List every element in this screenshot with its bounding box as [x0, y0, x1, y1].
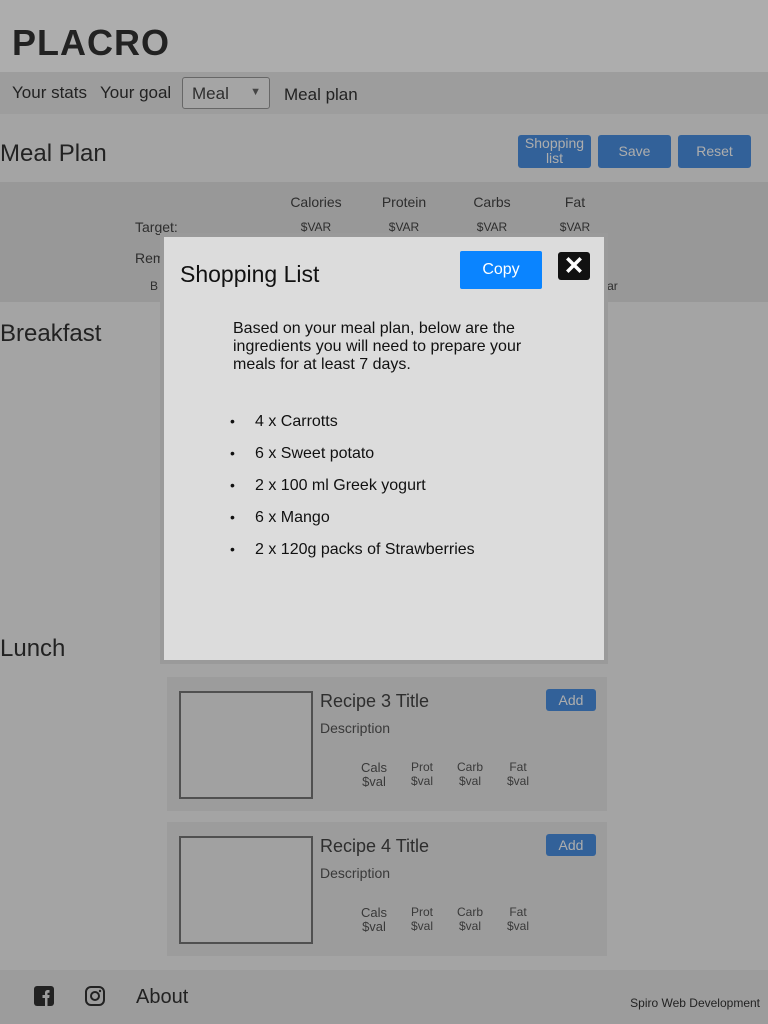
shopping-list-modal: Shopping List Copy Based on your meal pl… [160, 233, 608, 664]
close-button[interactable] [558, 252, 590, 280]
list-item: 2 x 100 ml Greek yogurt [230, 477, 475, 509]
list-item: 4 x Carrotts [230, 413, 475, 445]
modal-title: Shopping List [180, 261, 320, 287]
modal-intro-text: Based on your meal plan, below are the i… [233, 320, 522, 373]
list-item: 6 x Sweet potato [230, 445, 475, 477]
close-icon [558, 257, 590, 284]
list-item: 2 x 120g packs of Strawberries [230, 541, 475, 573]
copy-button[interactable]: Copy [460, 251, 542, 289]
list-item: 6 x Mango [230, 509, 475, 541]
ingredient-list: 4 x Carrotts 6 x Sweet potato 2 x 100 ml… [230, 413, 475, 573]
